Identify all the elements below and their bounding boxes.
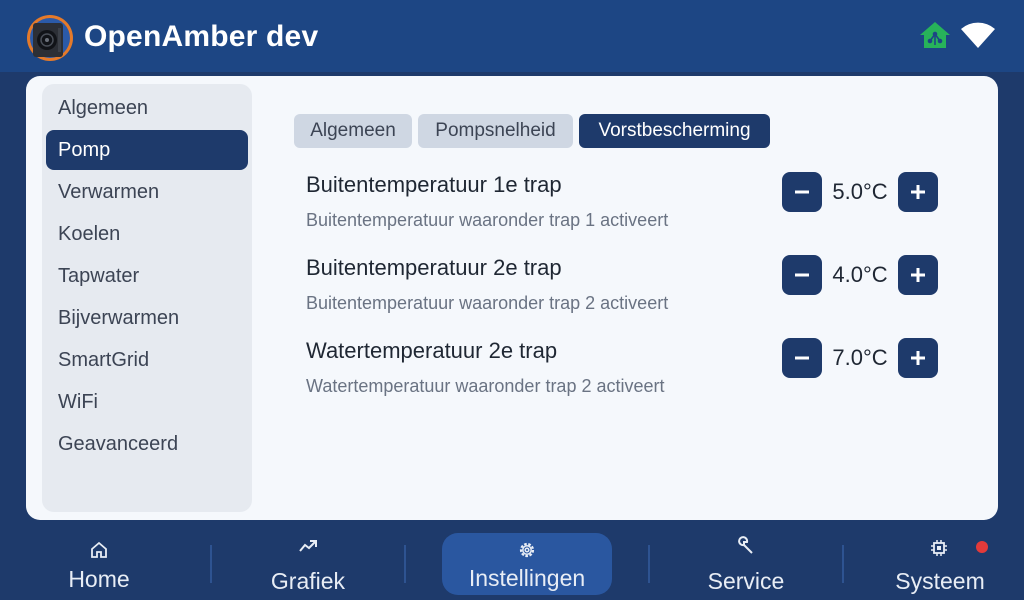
sidebar-item-wifi[interactable]: WiFi bbox=[46, 382, 248, 422]
sidebar-item-bijverwarmen[interactable]: Bijverwarmen bbox=[46, 298, 248, 338]
nav-grafiek[interactable]: Grafiek bbox=[218, 528, 398, 596]
wifi-icon[interactable] bbox=[960, 22, 996, 50]
setting-value: 4.0°C bbox=[832, 262, 888, 287]
sidebar-item-tapwater[interactable]: Tapwater bbox=[46, 256, 248, 296]
plus-icon bbox=[911, 185, 925, 199]
sidebar-item-algemeen[interactable]: Algemeen bbox=[46, 88, 248, 128]
nav-home[interactable]: Home bbox=[8, 528, 190, 596]
nav-instellingen[interactable]: Instellingen bbox=[442, 533, 612, 595]
minus-icon bbox=[795, 273, 809, 277]
plus-icon bbox=[911, 268, 925, 282]
setting-description: Buitentemperatuur waaronder trap 2 activ… bbox=[306, 293, 669, 313]
setting-title: Buitentemperatuur 1e trap bbox=[306, 172, 562, 197]
home-icon bbox=[91, 541, 107, 558]
sidebar-item-smartgrid[interactable]: SmartGrid bbox=[46, 340, 248, 380]
sidebar-item-pomp[interactable]: Pomp bbox=[46, 130, 248, 170]
nav-label: Home bbox=[68, 566, 130, 592]
nav-divider bbox=[404, 545, 406, 583]
plus-icon bbox=[911, 351, 925, 365]
wrench-icon bbox=[738, 536, 753, 554]
app-header: OpenAmber dev bbox=[0, 0, 1024, 72]
setting-value: 7.0°C bbox=[832, 345, 888, 370]
nav-service[interactable]: Service bbox=[656, 528, 836, 596]
app-title: OpenAmber dev bbox=[84, 20, 319, 53]
minus-icon bbox=[795, 356, 809, 360]
nav-label: Service bbox=[707, 568, 785, 594]
nav-divider bbox=[842, 545, 844, 583]
nav-label: Systeem bbox=[895, 568, 985, 594]
decrease-button[interactable] bbox=[782, 255, 822, 295]
increase-button[interactable] bbox=[898, 338, 938, 378]
decrease-button[interactable] bbox=[782, 338, 822, 378]
sidebar-item-geavanceerd[interactable]: Geavanceerd bbox=[46, 424, 248, 464]
decrease-button[interactable] bbox=[782, 172, 822, 212]
increase-button[interactable] bbox=[898, 255, 938, 295]
settings-sidebar: Algemeen Pomp Verwarmen Koelen Tapwater … bbox=[42, 84, 252, 512]
nav-systeem[interactable]: Systeem bbox=[850, 528, 1024, 596]
setting-title: Buitentemperatuur 2e trap bbox=[306, 255, 562, 280]
gear-icon bbox=[519, 542, 535, 558]
increase-button[interactable] bbox=[898, 172, 938, 212]
system-alert-dot bbox=[976, 541, 988, 553]
home-network-icon[interactable] bbox=[918, 20, 952, 50]
nav-divider bbox=[648, 545, 650, 583]
nav-label: Instellingen bbox=[468, 565, 586, 591]
sidebar-item-koelen[interactable]: Koelen bbox=[46, 214, 248, 254]
nav-divider bbox=[210, 545, 212, 583]
tab-vorstbescherming[interactable]: Vorstbescherming bbox=[579, 114, 770, 148]
tab-pompsnelheid[interactable]: Pompsnelheid bbox=[418, 114, 573, 148]
sidebar-item-verwarmen[interactable]: Verwarmen bbox=[46, 172, 248, 212]
nav-label: Grafiek bbox=[270, 568, 346, 594]
heat-pump-logo-icon bbox=[27, 15, 73, 61]
tab-algemeen[interactable]: Algemeen bbox=[294, 114, 412, 148]
setting-description: Buitentemperatuur waaronder trap 1 activ… bbox=[306, 210, 669, 230]
setting-value: 5.0°C bbox=[832, 179, 888, 204]
minus-icon bbox=[795, 190, 809, 194]
setting-description: Watertemperatuur waaronder trap 2 active… bbox=[306, 376, 665, 396]
chart-icon bbox=[299, 540, 317, 552]
settings-card: Algemeen Pomp Verwarmen Koelen Tapwater … bbox=[26, 76, 998, 520]
chip-icon bbox=[931, 540, 947, 556]
setting-title: Watertemperatuur 2e trap bbox=[306, 338, 558, 363]
